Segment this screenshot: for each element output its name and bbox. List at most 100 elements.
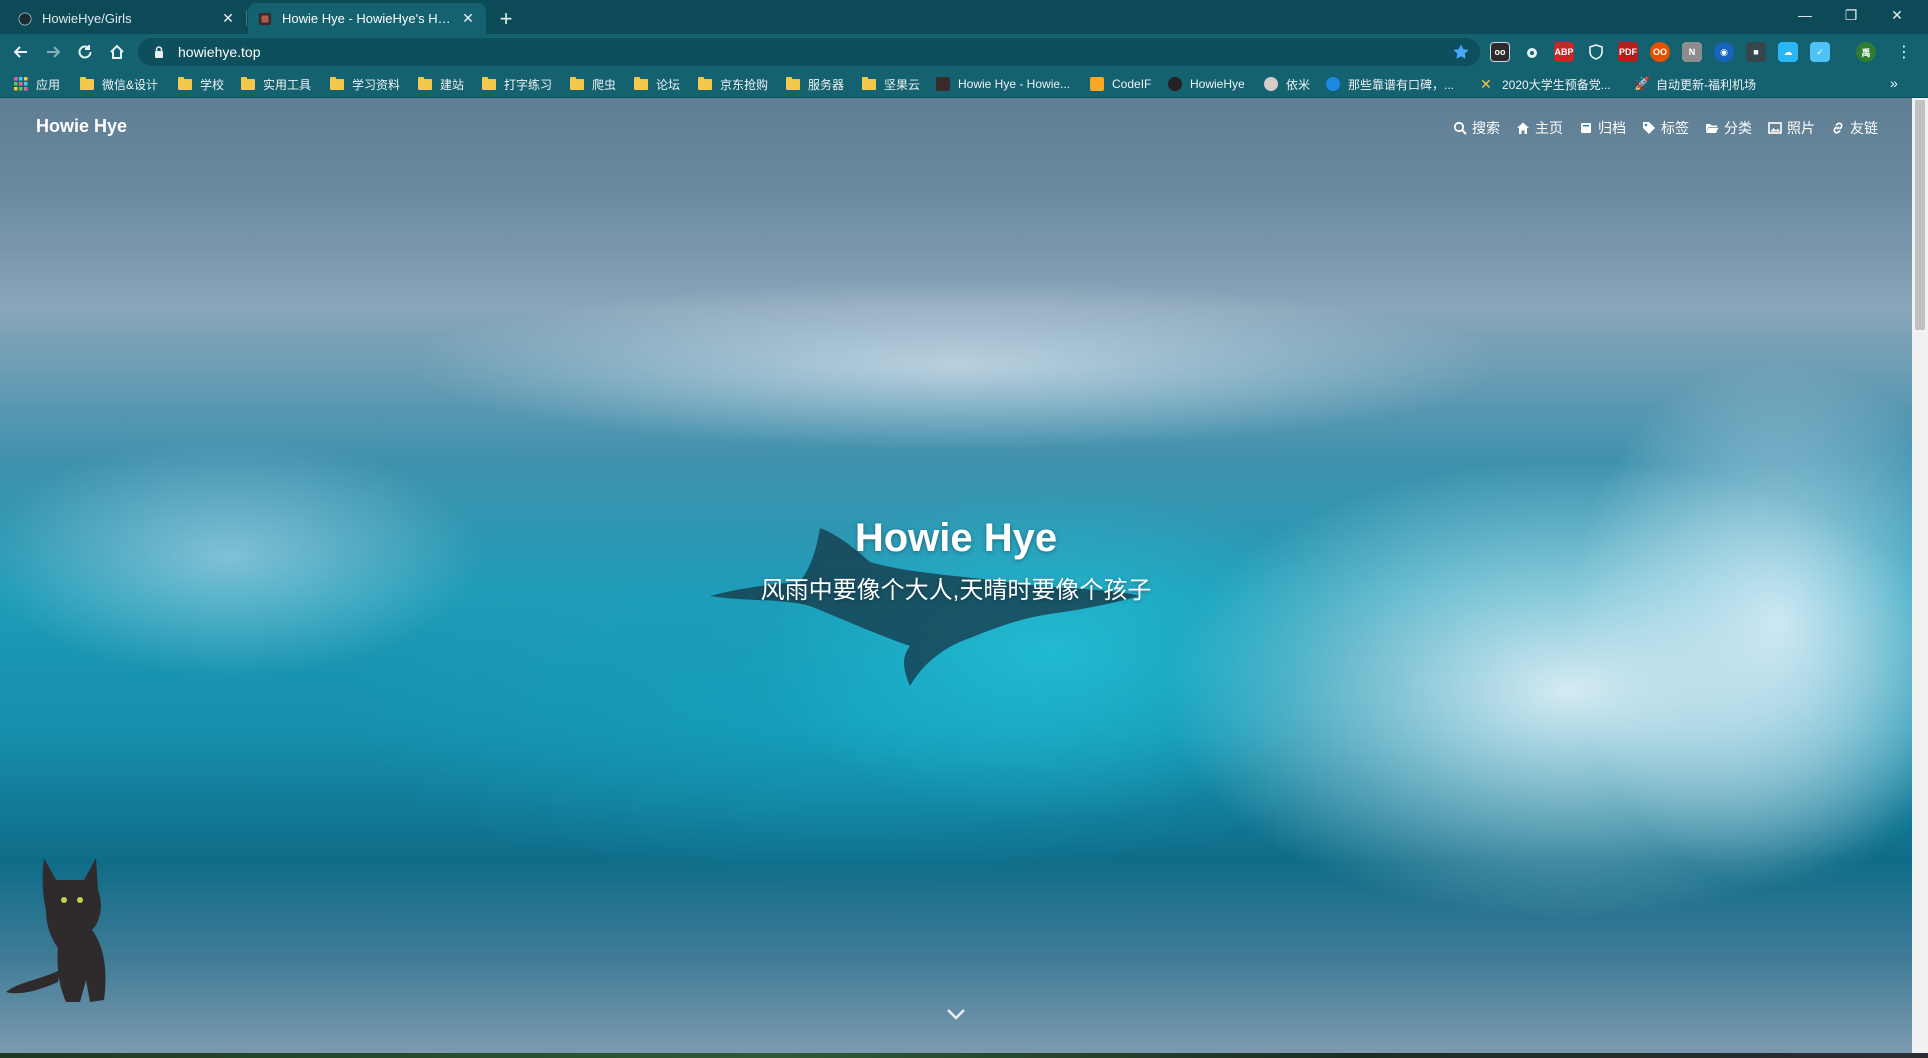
bookmarks-bar: 应用 微信&设计 学校 实用工具 学习资料 建站 打字练习 爬虫 论坛 京东抢购… [0, 70, 1928, 98]
nav-photos[interactable]: 照片 [1768, 118, 1815, 138]
back-icon[interactable] [8, 39, 34, 65]
extension-orange-icon[interactable]: OO [1650, 42, 1670, 62]
close-icon[interactable]: ✕ [220, 10, 236, 27]
forward-icon[interactable] [40, 39, 66, 65]
tab-howie-hye-homepage[interactable]: Howie Hye - HowieHye's HomePage ✕ [248, 3, 486, 34]
hero-subtitle: 风雨中要像个大人,天晴时要像个孩子 [760, 577, 1152, 604]
bookmark-folder[interactable]: 论坛 [634, 75, 680, 93]
bookmark-label: 建站 [440, 77, 465, 92]
folder-icon [330, 76, 344, 90]
search-icon [1453, 121, 1467, 135]
nav-label: 搜索 [1472, 120, 1500, 136]
bookmark-folder[interactable]: 实用工具 [241, 75, 311, 93]
site-favicon-icon [936, 77, 950, 91]
pdf-icon[interactable]: PDF [1618, 42, 1638, 62]
nav-home[interactable]: 主页 [1516, 118, 1563, 138]
tab-howiehye-girls[interactable]: HowieHye/Girls ✕ [8, 3, 246, 34]
bookmark-label: 服务器 [808, 77, 845, 92]
page-scrollbar[interactable] [1912, 98, 1928, 1053]
bookmark-label: 2020大学生预备党... [1502, 77, 1611, 92]
bowl-icon [1264, 77, 1278, 91]
bookmark-codeif[interactable]: CodeIF [1090, 75, 1151, 93]
bookmark-yimi[interactable]: 依米 [1264, 75, 1310, 93]
link-icon [1833, 122, 1843, 134]
site-navbar: Howie Hye 搜索 主页 归档 标签 分类 照片 友链 [0, 98, 1912, 154]
bookmark-label: 学校 [200, 77, 225, 92]
apps-grid-icon [14, 77, 28, 91]
folder-icon [862, 76, 876, 90]
nav-categories[interactable]: 分类 [1705, 118, 1752, 138]
chevron-down-icon[interactable] [944, 1006, 968, 1022]
extension-cube-icon[interactable]: ■ [1746, 42, 1766, 62]
url-text: howiehye.top [178, 44, 261, 60]
tab-title: Howie Hye - HowieHye's HomePage [282, 11, 452, 26]
nav-label: 照片 [1787, 120, 1815, 136]
avatar[interactable]: 禹 [1856, 42, 1876, 62]
bookmark-folder[interactable]: 爬虫 [570, 75, 616, 93]
bookmark-label: 实用工具 [263, 77, 312, 92]
bookmark-label: 应用 [36, 77, 61, 92]
bookmark-folder[interactable]: 京东抢购 [698, 75, 768, 93]
bookmark-party[interactable]: ✕ 2020大学生预备党... [1480, 75, 1611, 93]
site-brand[interactable]: Howie Hye [36, 116, 127, 137]
bookmark-folder[interactable]: 服务器 [786, 75, 844, 93]
folder-icon [570, 76, 584, 90]
extension-compass-icon[interactable]: ◉ [1714, 42, 1734, 62]
extension-check-icon[interactable]: ✓ [1810, 42, 1830, 62]
menu-kebab-icon[interactable]: ⋮ [1894, 42, 1914, 62]
bookmark-folder[interactable]: 建站 [418, 75, 464, 93]
bookmark-airport[interactable]: 🚀 自动更新-福利机场 [1634, 75, 1756, 93]
bookmark-label: 那些靠谱有口碑，... [1348, 77, 1455, 92]
shield-icon[interactable] [1586, 42, 1606, 62]
nav-label: 主页 [1535, 120, 1563, 136]
nav-tags[interactable]: 标签 [1642, 118, 1689, 138]
site-favicon-icon [258, 12, 272, 25]
bookmark-folder[interactable]: 坚果云 [862, 75, 920, 93]
restore-icon[interactable]: ❐ [1828, 0, 1874, 30]
bookmark-apps[interactable]: 应用 [14, 75, 60, 93]
bookmark-folder[interactable]: 学校 [178, 75, 224, 93]
nav-label: 友链 [1850, 120, 1878, 136]
nav-friend-links[interactable]: 友链 [1831, 118, 1878, 138]
cat-mascot-image[interactable] [0, 850, 120, 1010]
bookmark-folder[interactable]: 微信&设计 [80, 75, 158, 93]
adblock-icon[interactable]: ABP [1554, 42, 1574, 62]
extension-cloud-icon[interactable]: ☁ [1778, 42, 1798, 62]
bookmark-star-icon[interactable] [1452, 43, 1470, 61]
hero-section: Howie Hye 搜索 主页 归档 标签 分类 照片 友链 Howie Hye… [0, 98, 1912, 1053]
folder-icon [80, 76, 94, 90]
folder-icon [418, 76, 432, 90]
bookmark-folder[interactable]: 学习资料 [330, 75, 400, 93]
folder-icon [634, 76, 648, 90]
address-bar[interactable]: howiehye.top [138, 38, 1480, 66]
bookmark-label: CodeIF [1112, 77, 1152, 91]
nav-search[interactable]: 搜索 [1453, 118, 1500, 138]
extension-mask-icon[interactable]: oo [1490, 42, 1510, 62]
minimize-icon[interactable]: — [1782, 0, 1828, 30]
archive-icon [1581, 123, 1591, 133]
image-icon [1768, 122, 1782, 134]
taskbar-edge [0, 1053, 1928, 1058]
close-icon[interactable]: ✕ [460, 10, 476, 27]
bookmark-reliable[interactable]: 那些靠谱有口碑，... [1326, 75, 1454, 93]
folder-icon [698, 76, 712, 90]
extension-notes-icon[interactable]: N [1682, 42, 1702, 62]
bookmark-label: 学习资料 [352, 77, 401, 92]
reload-icon[interactable] [72, 39, 98, 65]
bookmark-label: HowieHye [1190, 77, 1245, 91]
bookmark-folder[interactable]: 打字练习 [482, 75, 552, 93]
new-tab-button[interactable]: + [494, 6, 518, 31]
home-icon [1517, 122, 1529, 134]
nav-archive[interactable]: 归档 [1579, 118, 1626, 138]
bookmark-label: 坚果云 [884, 77, 921, 92]
extension-bug-icon[interactable] [1522, 42, 1542, 62]
bookmark-github-howiehye[interactable]: HowieHye [1168, 75, 1245, 93]
nav-label: 分类 [1724, 120, 1752, 136]
more-bookmarks-chevron-icon[interactable]: » [1890, 75, 1898, 91]
home-icon[interactable] [104, 39, 130, 65]
window-close-icon[interactable]: ✕ [1874, 0, 1920, 30]
bookmark-howie-hye[interactable]: Howie Hye - Howie... [936, 75, 1070, 93]
bookmark-label: 京东抢购 [720, 77, 769, 92]
scrollbar-thumb[interactable] [1915, 100, 1925, 330]
tab-strip: HowieHye/Girls ✕ Howie Hye - HowieHye's … [0, 0, 1928, 34]
